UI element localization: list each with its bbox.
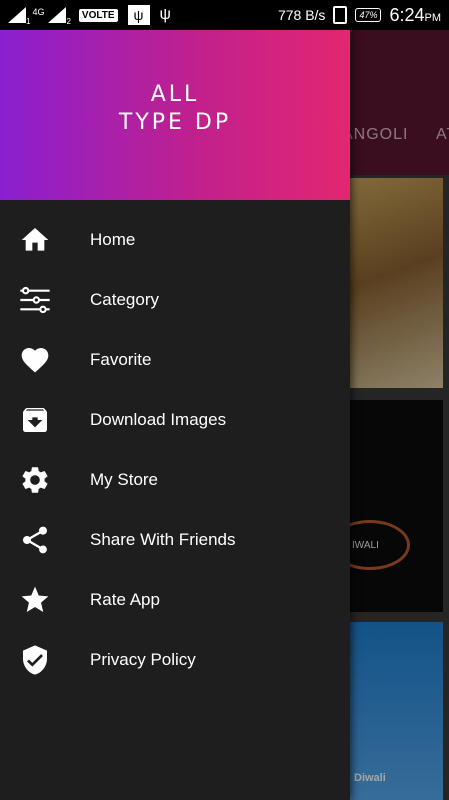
sliders-icon [0, 284, 90, 316]
drawer-header: ALL TYPE DP [0, 30, 350, 200]
share-icon [0, 524, 90, 556]
menu-item-favorite[interactable]: Favorite [0, 330, 350, 390]
menu-label: Privacy Policy [90, 650, 196, 669]
gear-icon [0, 464, 90, 496]
menu-label: Home [90, 230, 136, 249]
usb-icon: ψ [159, 6, 171, 23]
app-title-line1: ALL [150, 82, 200, 107]
home-icon [0, 224, 90, 256]
volte-badge: VOLTE [78, 8, 118, 22]
network-speed: 778 B/s [277, 7, 326, 23]
star-icon [0, 584, 90, 616]
menu-label: Favorite [90, 350, 152, 369]
navigation-drawer: ALL TYPE DP Home Category Favorite Downl… [0, 30, 350, 800]
clock-time: 6:24 [389, 4, 425, 25]
menu-item-privacy-policy[interactable]: Privacy Policy [0, 630, 350, 690]
sim1-label: 1 [26, 16, 31, 26]
clock: 6:24PM [389, 5, 441, 26]
menu-item-home[interactable]: Home [0, 210, 350, 270]
menu-label: My Store [90, 470, 159, 489]
clock-ampm: PM [424, 11, 442, 24]
usb-icon: ψ [127, 5, 150, 25]
menu-item-download-images[interactable]: Download Images [0, 390, 350, 450]
menu-item-category[interactable]: Category [0, 270, 350, 330]
battery-indicator: 47% [355, 8, 382, 22]
app-title-line2: TYPE DP [118, 110, 232, 135]
menu-label: Rate App [90, 590, 160, 609]
heart-icon [0, 344, 90, 376]
menu-label: Download Images [90, 410, 227, 429]
shield-icon [0, 644, 90, 676]
signal-icon [48, 7, 67, 23]
sim2-label: 2 [66, 16, 71, 26]
menu-item-share-with-friends[interactable]: Share With Friends [0, 510, 350, 570]
drawer-menu: Home Category Favorite Download Images M… [0, 210, 350, 690]
menu-item-my-store[interactable]: My Store [0, 450, 350, 510]
status-bar: 1 4G 2 VOLTE ψ ψ 778 B/s 47% 6:24PM [0, 0, 449, 30]
download-icon [0, 404, 90, 436]
vibrate-icon [333, 6, 348, 24]
menu-label: Category [90, 290, 159, 309]
menu-item-rate-app[interactable]: Rate App [0, 570, 350, 630]
app-title: ALL TYPE DP [119, 81, 231, 137]
menu-label: Share With Friends [90, 530, 236, 549]
network-type: 4G [32, 6, 45, 17]
signal-icon [8, 7, 26, 23]
